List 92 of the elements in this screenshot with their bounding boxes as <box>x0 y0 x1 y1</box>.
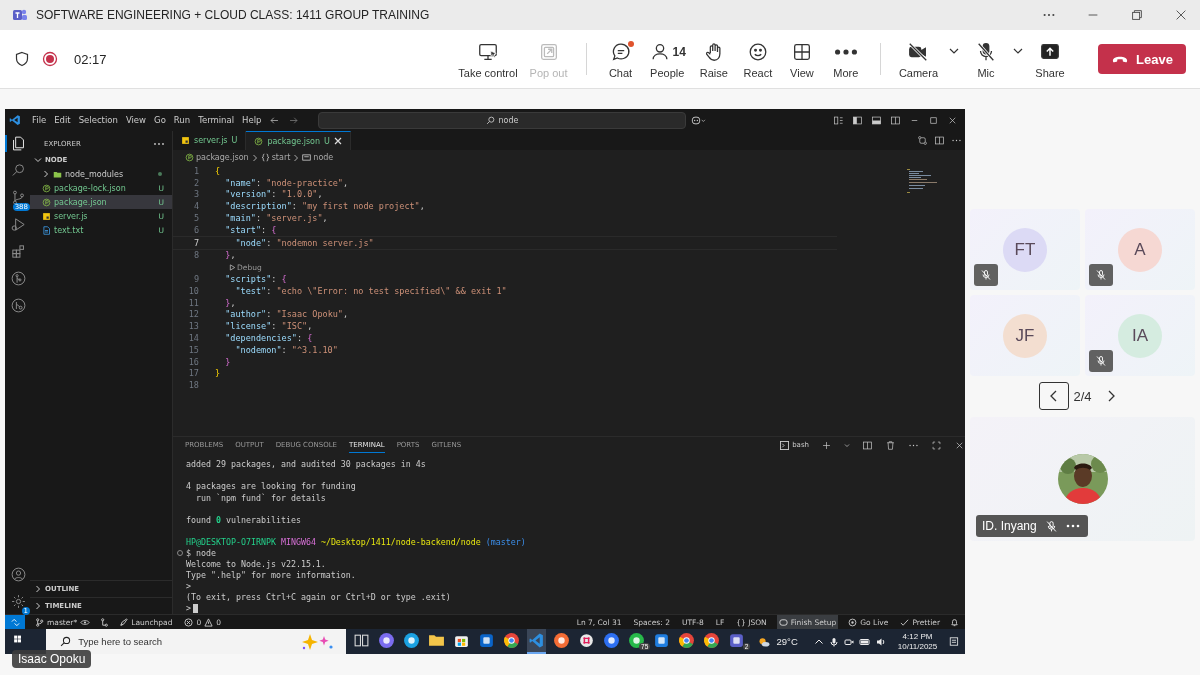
participant-tile[interactable]: JF <box>970 295 1080 376</box>
breadcrumb-item[interactable]: start <box>260 153 291 162</box>
code-line: "name": "node-practice", <box>224 177 349 188</box>
share-button[interactable]: Share <box>1028 35 1072 83</box>
code-line: "author": "Isaac Opoku", <box>224 309 349 320</box>
line-number: 10 <box>187 285 200 296</box>
mic-button[interactable]: Mic <box>964 35 1008 83</box>
participant-name: ID. Inyang <box>982 519 1037 533</box>
participant-tile[interactable]: A <box>1085 209 1195 290</box>
breadcrumb-item[interactable]: node <box>302 153 334 162</box>
terminal-line: > <box>186 581 191 592</box>
line-number: 3 <box>192 189 200 200</box>
line-number: 14 <box>187 333 200 344</box>
code-line: "test": "echo \"Error: no test specified\" && exit 1" <box>234 285 507 296</box>
code-line: }, <box>224 297 236 308</box>
git-status-label: U <box>231 136 238 145</box>
menu-item[interactable]: Terminal <box>195 115 238 125</box>
clock-date[interactable]: 10/11/2025 <box>897 641 938 652</box>
terminal-line: $ node <box>186 548 216 558</box>
editor-tab[interactable]: package.json U <box>246 131 351 150</box>
react-button[interactable]: React <box>735 35 780 83</box>
taskbar-search-field[interactable]: Type here to search <box>46 629 347 654</box>
chat-button[interactable]: Chat <box>598 35 643 83</box>
line-number: 2 <box>192 177 200 188</box>
view-button[interactable]: View <box>779 35 824 83</box>
people-button[interactable]: 14 People <box>642 35 692 83</box>
code-line: "scripts": { <box>224 274 287 285</box>
menu-item[interactable]: Selection <box>75 115 121 125</box>
terminal-line: Type ".help" for more information. <box>186 570 356 581</box>
git-status-label: U <box>324 136 330 146</box>
line-number: 12 <box>187 309 200 320</box>
code-line: { <box>215 165 221 176</box>
participant-tile[interactable]: IA <box>1085 295 1195 376</box>
code-line: "description": "my first node project", <box>224 201 425 212</box>
terminal-line: found 0 vulnerabilities <box>186 514 301 525</box>
menu-item[interactable]: Edit <box>51 115 74 125</box>
presenter-name-label: Isaac Opoku <box>12 650 92 668</box>
code-line: "node": "nodemon server.js" <box>234 237 374 248</box>
menu-item[interactable]: Help <box>239 115 265 125</box>
terminal-line: (To exit, press Ctrl+C again or Ctrl+D or type .exit) <box>186 592 451 603</box>
line-number: 15 <box>187 344 200 355</box>
line-number: 4 <box>192 201 200 212</box>
search-query: node <box>498 115 519 125</box>
page-indicator: 2/4 <box>1073 388 1092 404</box>
menu-item[interactable]: File <box>29 115 50 125</box>
command-center-field[interactable]: node <box>318 111 687 129</box>
camera-button[interactable]: Camera <box>892 35 944 83</box>
line-number: 13 <box>187 321 200 332</box>
line-number: 8 <box>192 250 200 261</box>
line-number: 5 <box>192 213 200 224</box>
menu-item[interactable]: Run <box>170 115 194 125</box>
terminal-line: added 29 packages, and audited 30 packages in 4s <box>186 459 426 470</box>
line-number: 16 <box>187 356 200 367</box>
code-line: "nodemon": "^3.1.10" <box>234 344 338 355</box>
leave-button[interactable]: Leave <box>1098 44 1186 74</box>
breadcrumb-item[interactable]: package.json <box>185 153 249 162</box>
code-line: "start": { <box>224 224 277 235</box>
code-line: }, <box>224 250 236 261</box>
meeting-timer: 02:17 <box>74 51 107 67</box>
avatar-initials: A <box>1118 227 1162 272</box>
avatar-initials: IA <box>1118 313 1162 358</box>
code-line: "dependencies": { <box>224 333 313 344</box>
clock-time[interactable]: 4:12 PM <box>902 631 933 642</box>
line-number: 6 <box>192 224 200 235</box>
code-line: } <box>224 356 231 367</box>
raise-button[interactable]: Raise <box>691 35 736 83</box>
terminal-line: HP@DESKTOP-O7IRNPK MINGW64 ~/Desktop/1411/node-backend/node (master) <box>186 536 526 547</box>
terminal-line: 4 packages are looking for funding <box>186 481 356 492</box>
code-line: "main": "server.js", <box>224 213 328 224</box>
avatar-initials: FT <box>1003 227 1047 272</box>
avatar-initials: JF <box>1003 313 1047 358</box>
take-control-button[interactable]: Take control <box>452 35 524 83</box>
participant-video-tile[interactable]: ID. Inyang <box>970 417 1195 541</box>
more-button[interactable]: More <box>823 35 868 83</box>
window-title: SOFTWARE ENGINEERING + CLOUD CLASS: 1411 GROUP TRAINING <box>36 8 430 22</box>
menu-item[interactable]: View <box>122 115 150 125</box>
menu-item[interactable]: Go <box>151 115 169 125</box>
line-number: 7 <box>192 237 200 248</box>
line-number: 9 <box>192 274 200 285</box>
code-line: "version": "1.0.0", <box>224 189 323 200</box>
code-line: "license": "ISC", <box>224 321 313 332</box>
terminal-line: Welcome to Node.js v22.15.1. <box>186 559 326 570</box>
line-number: 11 <box>187 297 200 308</box>
line-number: 17 <box>187 368 200 379</box>
line-number: 1 <box>192 165 200 176</box>
participant-tile[interactable]: FT <box>970 209 1080 290</box>
temperature-label: 29°C <box>776 636 798 647</box>
explorer-entry[interactable]: node_modules <box>30 167 172 181</box>
terminal-line: run `npm fund` for details <box>195 492 326 503</box>
code-line: } <box>215 368 221 379</box>
line-number: 18 <box>187 380 200 391</box>
terminal-line: > <box>186 603 191 614</box>
